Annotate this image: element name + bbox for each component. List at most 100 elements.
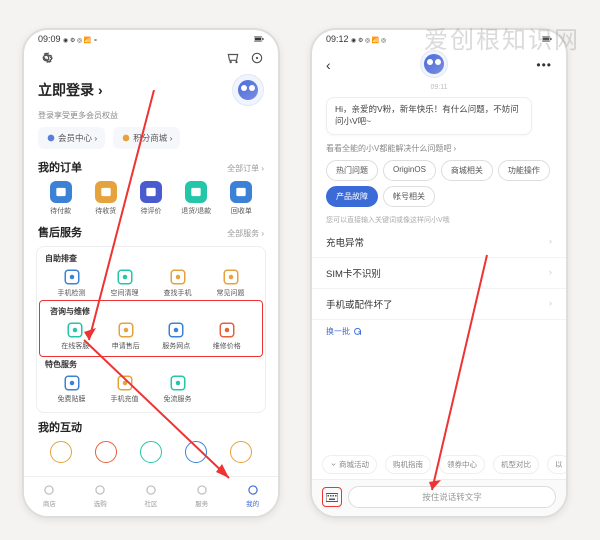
bottom-chip-2[interactable]: 领券中心 [439,455,485,474]
service-label: 免流服务 [164,394,192,404]
service-icon [218,321,236,339]
order-item-0[interactable]: 待付款 [38,181,83,216]
message-icon[interactable] [250,51,264,65]
service-icon [63,374,81,392]
category-chip-4[interactable]: 产品故障 [326,186,378,207]
service-item-1-0[interactable]: 在线客服 [50,321,101,351]
interact-title: 我的互动 [38,419,82,435]
coin-icon [121,133,131,143]
pill-1[interactable]: 积分商城 › [113,127,180,149]
nav-item-1[interactable]: 选购 [93,483,107,508]
interact-item-0[interactable] [38,441,83,463]
service-label: 服务网点 [162,341,190,351]
bot-greeting: Hi，亲爱的V粉，新年快乐！有什么问题，不妨问问小V吧~ [326,97,532,135]
service-label: 维修价格 [213,341,241,351]
nav-item-0[interactable]: 商店 [42,483,56,508]
quick-question-1[interactable]: SIM卡不识别 › [312,258,566,289]
order-item-2[interactable]: 待评价 [128,181,173,216]
service-item-0-0[interactable]: 手机检测 [45,268,98,298]
status-indicators [542,35,552,43]
quick-question-0[interactable]: 充电异常› [312,227,566,258]
profile-header [24,46,278,72]
chevron-right-icon: › [549,298,552,309]
login-button[interactable]: 立即登录› [38,80,103,100]
avatar[interactable] [232,74,264,106]
settings-icon[interactable] [38,50,54,66]
nav-label: 选购 [94,498,107,508]
badge-icon [46,133,56,143]
quick-q-label: SIM卡不识别 [326,266,381,280]
service-item-2-2[interactable]: 免流服务 [151,374,204,404]
service-item-0-1[interactable]: 空间清理 [98,268,151,298]
service-icon [169,268,187,286]
category-chip-2[interactable]: 商城相关 [441,160,493,181]
category-chip-0[interactable]: 热门问题 [326,160,378,181]
status-bar: 09:09 ◉ ⚙ ◎ 📶 ⚬ [24,30,278,46]
nav-label: 我的 [246,498,259,508]
keyboard-button[interactable] [322,487,342,507]
swap-button[interactable]: 换一批 [312,320,566,343]
service-label: 免费贴膜 [58,394,86,404]
order-label: 退货/退款 [181,206,211,216]
chevron-right-icon: › [549,267,552,278]
service-label: 申请售后 [112,341,140,351]
bottom-chip-3[interactable]: 机型对比 [493,455,539,474]
service-item-1-3[interactable]: 维修价格 [202,321,253,351]
service-sub: 特色服务 [39,357,263,372]
service-label: 常见问题 [217,288,245,298]
service-item-2-0[interactable]: 免费贴膜 [45,374,98,404]
interact-item-4[interactable] [219,441,264,463]
service-all-link[interactable]: 全部服务 › [227,228,264,239]
category-chip-5[interactable]: 帐号相关 [383,186,435,207]
service-icon [167,321,185,339]
order-icon [234,185,248,199]
order-item-3[interactable]: 退货/退款 [174,181,219,216]
nav-label: 商店 [43,498,56,508]
keyboard-icon [326,493,338,502]
interact-item-2[interactable] [128,441,173,463]
service-item-1-2[interactable]: 服务网点 [151,321,202,351]
battery-icon [542,35,552,43]
bottom-chip-4[interactable]: 以 [547,455,566,474]
interact-item-1[interactable] [83,441,128,463]
category-chip-3[interactable]: 功能操作 [498,160,550,181]
nav-icon [195,483,209,497]
interact-item-3[interactable] [174,441,219,463]
quick-q-label: 充电异常 [326,235,364,249]
order-label: 待收货 [95,206,116,216]
status-time: 09:09 ◉ ⚙ ◎ 📶 ⚬ [38,34,98,44]
service-icon [117,321,135,339]
phone-chat: 09:12 ◉ ⚙ ◎ 📶 ◎ ‹ ••• 09:11 Hi，亲爱的V粉，新年快… [310,28,568,518]
nav-item-2[interactable]: 社区 [144,483,158,508]
more-button[interactable]: ••• [536,58,552,72]
nav-icon [42,483,56,497]
category-chip-1[interactable]: OriginOS [383,160,436,181]
service-title: 售后服务 [38,224,82,240]
service-item-2-1[interactable]: 手机充值 [98,374,151,404]
service-sub: 咨询与维修 [44,304,258,319]
service-item-1-1[interactable]: 申请售后 [101,321,152,351]
order-item-1[interactable]: 待收货 [83,181,128,216]
quick-question-2[interactable]: 手机或配件坏了› [312,289,566,320]
service-item-0-2[interactable]: 查找手机 [151,268,204,298]
refresh-icon [353,327,362,336]
nav-item-4[interactable]: 我的 [246,483,260,508]
chat-timestamp: 09:11 [312,82,566,93]
cart-icon[interactable] [226,51,240,65]
back-button[interactable]: ‹ [326,57,331,73]
orders-title: 我的订单 [38,159,82,175]
service-item-0-3[interactable]: 常见问题 [204,268,257,298]
order-item-4[interactable]: 回收单 [219,181,264,216]
capability-hint[interactable]: 看看全能的小V都能解决什么问题吧 › [312,139,566,158]
pill-0[interactable]: 会员中心 › [38,127,105,149]
orders-all-link[interactable]: 全部订单 › [227,163,264,174]
nav-icon [93,483,107,497]
order-icon [99,185,113,199]
nav-item-3[interactable]: 服务 [195,483,209,508]
service-icon [116,374,134,392]
bottom-chip-0[interactable]: 商城活动 [322,455,377,474]
voice-input[interactable]: 按住说话转文字 [348,486,556,508]
service-icon [222,268,240,286]
bottom-chip-1[interactable]: 购机指南 [385,455,431,474]
pill-label: 会员中心 › [58,132,97,144]
